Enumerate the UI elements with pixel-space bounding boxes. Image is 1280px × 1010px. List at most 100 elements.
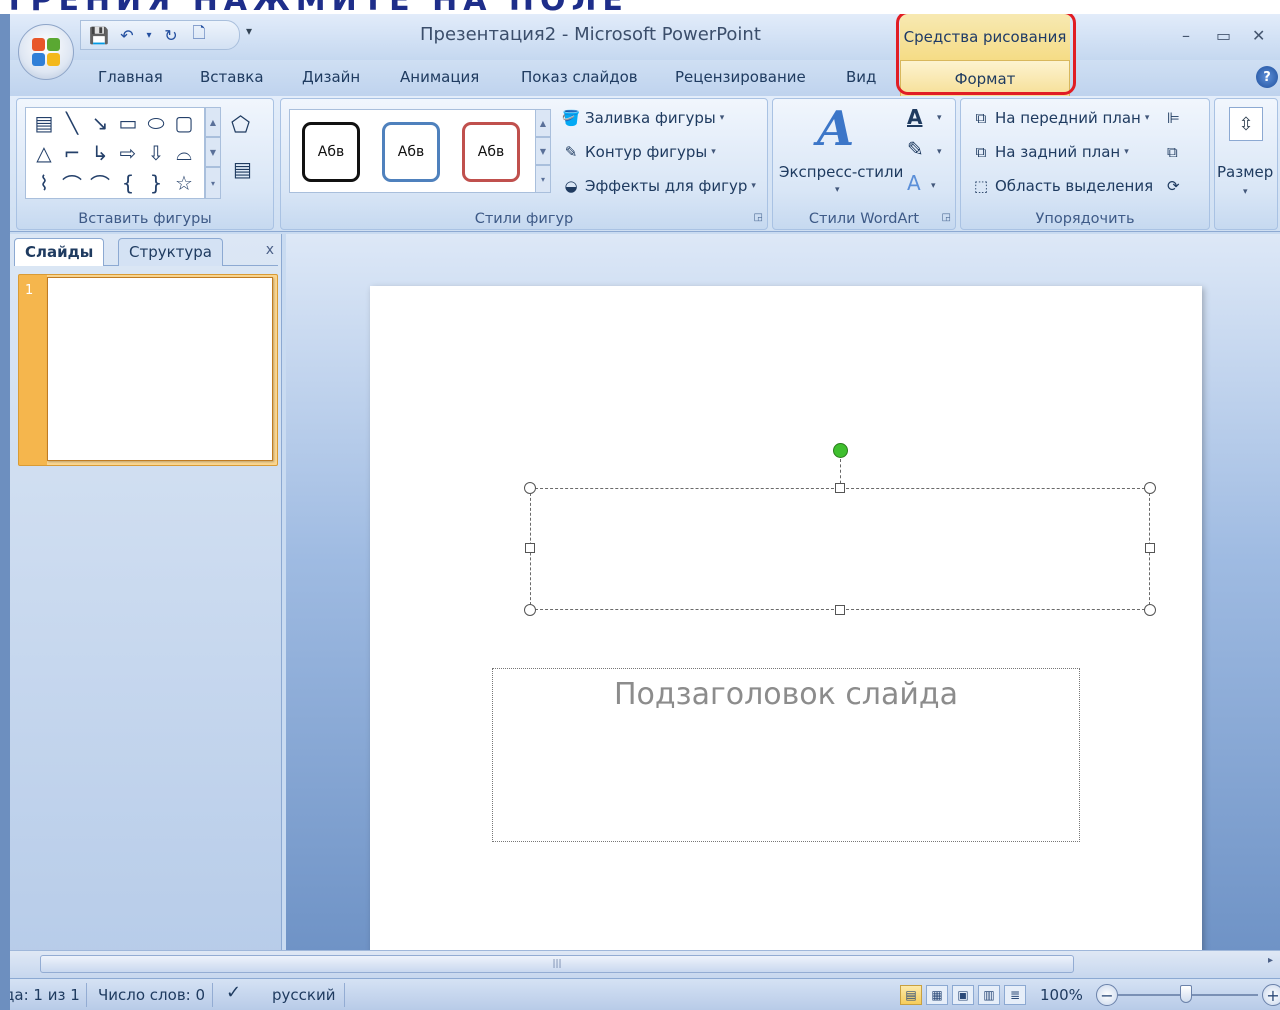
scroll-right-icon[interactable]: ▸ [1268, 955, 1280, 973]
resize-handle-left[interactable] [525, 543, 535, 553]
tab-slides[interactable]: Слайды [14, 238, 105, 266]
resize-handle-bottom[interactable] [835, 605, 845, 615]
selection-pane-button[interactable]: ⬚ Область выделения [971, 177, 1153, 195]
shape-item-icon[interactable]: ⌓ [170, 138, 198, 168]
zoom-slider-thumb[interactable] [1180, 985, 1192, 1003]
tab-home[interactable]: Главная [98, 68, 163, 86]
slide-canvas[interactable]: Подзаголовок слайда [370, 286, 1202, 950]
help-icon[interactable]: ? [1256, 66, 1278, 88]
shape-styles-gallery[interactable]: Абв Абв Абв [289, 109, 539, 193]
styles-more-icon[interactable]: ▾ [535, 165, 551, 193]
outline-view-icon[interactable]: ≣ [1004, 985, 1026, 1005]
resize-handle-tl[interactable] [524, 482, 536, 494]
resize-handle-tr[interactable] [1144, 482, 1156, 494]
send-to-back-button[interactable]: ⧉ На задний план ▾ [971, 143, 1129, 161]
normal-view-icon[interactable]: ▤ [900, 985, 922, 1005]
text-outline-icon[interactable]: ✎ [907, 137, 924, 161]
shape-item-icon[interactable]: ▭ [114, 108, 142, 138]
slide-thumbnail-selected[interactable]: 1 [18, 274, 278, 466]
shape-item-icon[interactable]: ▤ [30, 108, 58, 138]
resize-handle-bl[interactable] [524, 604, 536, 616]
resize-handle-right[interactable] [1145, 543, 1155, 553]
shape-style-blue[interactable]: Абв [382, 122, 440, 182]
spellcheck-icon[interactable]: ✓ [226, 982, 241, 1003]
undo-dropdown-icon[interactable]: ▾ [145, 25, 153, 45]
zoom-out-button[interactable]: − [1096, 984, 1118, 1006]
gallery-scroll-down-icon[interactable]: ▼ [205, 137, 221, 167]
tab-insert[interactable]: Вставка [200, 68, 264, 86]
shape-item-icon[interactable]: { [114, 168, 142, 198]
tab-animation[interactable]: Анимация [400, 68, 479, 86]
tab-slideshow[interactable]: Показ слайдов [521, 68, 638, 86]
shape-item-icon[interactable]: ⌐ [58, 138, 86, 168]
shape-item-icon[interactable]: ⇨ [114, 138, 142, 168]
shape-item-icon[interactable]: } [142, 168, 170, 198]
office-button[interactable] [18, 24, 74, 80]
shape-item-icon[interactable]: ▢ [170, 108, 198, 138]
bring-to-front-button[interactable]: ⧉ На передний план ▾ [971, 109, 1150, 127]
resize-handle-br[interactable] [1144, 604, 1156, 616]
reading-view-icon[interactable]: ▣ [952, 985, 974, 1005]
chevron-down-icon: ▾ [1243, 187, 1248, 197]
styles-scroll-up-icon[interactable]: ▲ [535, 109, 551, 137]
shape-item-icon[interactable]: ⇩ [142, 138, 170, 168]
dialog-launcher-icon[interactable]: ◲ [942, 212, 951, 223]
minimize-button[interactable]: – [1182, 26, 1190, 45]
shape-item-icon[interactable]: ⌒ [86, 168, 114, 198]
rotation-handle[interactable] [833, 443, 848, 458]
text-box-icon[interactable]: ▤ [233, 157, 252, 181]
shape-item-icon[interactable]: △ [30, 138, 58, 168]
shape-item-icon[interactable]: ⌒ [58, 168, 86, 198]
zoom-in-button[interactable]: + [1262, 984, 1280, 1006]
resize-handle-top[interactable] [835, 483, 845, 493]
notes-view-icon[interactable]: ▥ [978, 985, 1000, 1005]
close-button[interactable]: ✕ [1252, 26, 1265, 45]
shape-item-icon[interactable]: ↳ [86, 138, 114, 168]
group-size[interactable]: ⇳ Размер ▾ [1214, 98, 1278, 230]
text-effects-icon[interactable]: A [907, 171, 921, 195]
save-icon[interactable]: 💾 [89, 25, 109, 45]
shape-outline-button[interactable]: ✎ Контур фигуры ▾ [561, 143, 716, 161]
shape-item-icon[interactable]: ⌇ [30, 168, 58, 198]
tab-design[interactable]: Дизайн [302, 68, 360, 86]
tab-review[interactable]: Рецензирование [675, 68, 806, 86]
tab-format[interactable]: Формат [900, 60, 1070, 96]
tab-view[interactable]: Вид [846, 68, 876, 86]
shape-fill-button[interactable]: 🪣 Заливка фигуры ▾ [561, 109, 725, 127]
shape-effects-button[interactable]: ◒ Эффекты для фигур ▾ [561, 177, 755, 195]
gallery-scroll-up-icon[interactable]: ▲ [205, 107, 221, 137]
slide-sorter-view-icon[interactable]: ▦ [926, 985, 948, 1005]
group-icon[interactable]: ⧉ [1167, 143, 1178, 161]
express-styles-button[interactable]: Экспресс-стили [779, 163, 903, 181]
slide-thumbnail[interactable] [47, 277, 273, 461]
customize-qat-icon[interactable]: ▾ [246, 24, 252, 38]
gallery-more-icon[interactable]: ▾ [205, 167, 221, 199]
new-document-icon[interactable]: 🗋 [189, 23, 209, 45]
language-status[interactable]: русский [272, 986, 335, 1004]
zoom-level[interactable]: 100% [1040, 986, 1083, 1004]
close-pane-icon[interactable]: x [266, 242, 274, 258]
scrollbar-thumb[interactable]: ||| [40, 955, 1074, 973]
shape-item-icon[interactable]: ☆ [170, 168, 198, 198]
edit-shape-icon[interactable]: ⬠ [231, 113, 250, 138]
horizontal-scrollbar[interactable]: ||| ▸ [10, 950, 1280, 978]
subtitle-placeholder[interactable]: Подзаголовок слайда [492, 668, 1080, 842]
shape-style-red[interactable]: Абв [462, 122, 520, 182]
wordart-express-icon[interactable]: A [817, 101, 854, 157]
shapes-gallery[interactable]: ▤ ╲ ↘ ▭ ⬭ ▢ △ ⌐ ↳ ⇨ ⇩ ⌓ ⌇ ⌒ ⌒{} ☆ [25, 107, 205, 199]
shape-style-black[interactable]: Абв [302, 122, 360, 182]
bring-front-icon: ⧉ [975, 109, 987, 127]
shape-item-icon[interactable]: ↘ [86, 108, 114, 138]
maximize-button[interactable]: ▭ [1216, 26, 1231, 45]
align-icon[interactable]: ⊫ [1167, 109, 1180, 127]
styles-scroll-down-icon[interactable]: ▼ [535, 137, 551, 165]
shape-item-icon[interactable]: ⬭ [142, 108, 170, 138]
dialog-launcher-icon[interactable]: ◲ [754, 212, 763, 223]
rotate-icon[interactable]: ⟳ [1167, 177, 1180, 195]
redo-icon[interactable]: ↻ [161, 25, 181, 45]
undo-icon[interactable]: ↶ [117, 25, 137, 45]
title-placeholder-selected[interactable] [524, 443, 1156, 616]
text-fill-icon[interactable]: A [907, 105, 922, 129]
tab-outline[interactable]: Структура [118, 238, 223, 266]
shape-item-icon[interactable]: ╲ [58, 108, 86, 138]
